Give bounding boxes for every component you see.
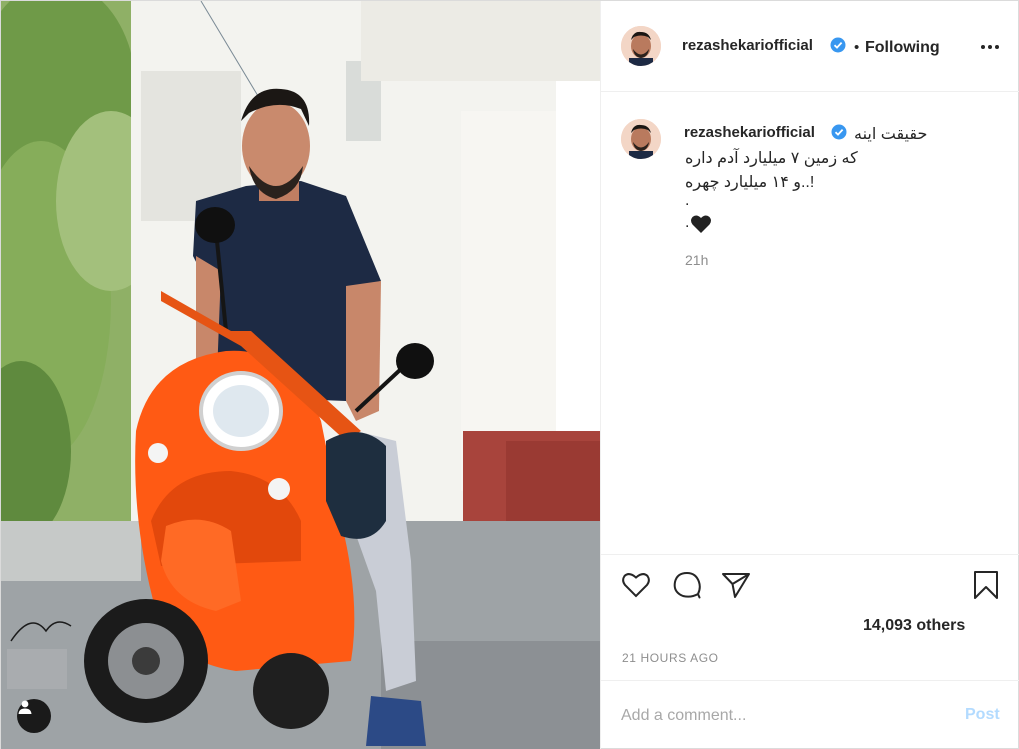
caption-line-3: !..و ۱۴ میلیارد چهره <box>685 174 815 191</box>
following-button[interactable]: Following <box>865 39 940 57</box>
likes-count[interactable]: 14,093 others <box>863 617 965 635</box>
person-tag-icon <box>18 700 32 714</box>
instagram-post: rezashekariofficial • Following rezashek… <box>0 0 1019 749</box>
caption-line-2: که زمین ۷ میلیارد آدم داره <box>685 150 858 167</box>
caption-line-1: حقیقت اینه <box>854 126 928 143</box>
caption-dot-2: . <box>685 214 690 231</box>
verified-badge-icon <box>831 124 847 140</box>
post-comment-button[interactable]: Post <box>965 706 1000 724</box>
post-side-panel: rezashekariofficial • Following rezashek… <box>600 1 1019 749</box>
more-options-icon[interactable] <box>975 37 1005 57</box>
post-header: rezashekariofficial • Following <box>601 1 1019 92</box>
post-photo[interactable] <box>1 1 600 749</box>
caption-timestamp[interactable]: 21h <box>685 252 708 268</box>
bookmark-icon[interactable] <box>970 569 1002 601</box>
username-link[interactable]: rezashekariofficial <box>682 37 813 54</box>
comment-bar: Post <box>601 680 1019 749</box>
caption-avatar[interactable] <box>621 119 661 159</box>
follow-separator: • <box>854 39 860 56</box>
caption-area: rezashekariofficial حقیقت اینه که زمین ۷… <box>601 93 1019 553</box>
action-bar <box>601 554 1019 614</box>
comment-input[interactable] <box>621 703 921 729</box>
send-icon[interactable] <box>720 569 752 601</box>
heart-icon[interactable] <box>620 569 652 601</box>
black-heart-icon <box>691 215 711 233</box>
avatar[interactable] <box>621 26 661 66</box>
photo-scene <box>1 1 600 749</box>
verified-badge-icon <box>830 37 846 53</box>
avatar-image <box>621 26 661 66</box>
caption-username-link[interactable]: rezashekariofficial <box>684 124 815 141</box>
caption-dot: . <box>685 192 690 209</box>
tagged-people-button[interactable] <box>17 699 51 733</box>
avatar-image <box>621 119 661 159</box>
post-timestamp[interactable]: 21 HOURS AGO <box>622 651 719 665</box>
comment-icon[interactable] <box>671 569 703 601</box>
